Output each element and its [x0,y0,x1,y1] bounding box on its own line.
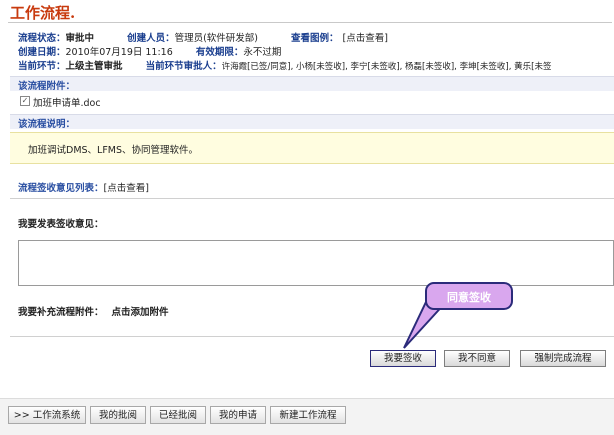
comment-textarea[interactable] [18,240,614,286]
opinions-row: 流程签收意见列表：[点击查看] [18,180,149,194]
approvers-value: 许海霞[已签/同意], 小杨[未签收], 李宁[未签收], 杨磊[未签收], 李… [221,62,552,72]
opinions-label: 流程签收意见列表： [18,183,104,194]
step-label: 当前环节： [18,61,66,72]
approvers-label: 当前环节审批人： [145,61,222,72]
attachments-header-text: 该流程附件： [18,81,76,92]
description-text: 加班调试DMS、LFMS、协同管理软件。 [28,145,199,156]
tab-reviewed[interactable]: 已经批阅 [150,406,206,424]
tab-my-application[interactable]: 我的申请 [210,406,266,424]
info-row-1: 流程状态：审批中 创建人员：管理员(软件研发部) 查看图例： [点击查看] [18,30,388,44]
valid-label: 有效期限： [195,47,244,58]
created-label: 创建日期： [18,47,66,58]
info-row-3: 当前环节：上级主管审批 当前环节审批人：许海霞[已签/同意], 小杨[未签收],… [18,58,551,72]
status-value: 审批中 [65,33,95,44]
diagram-label: 查看图例： [291,33,339,44]
page-title: 工作流程. [10,4,76,22]
force-complete-button[interactable]: 强制完成流程 [520,350,606,367]
diagram-link[interactable]: [点击查看] [343,33,388,44]
status-label: 流程状态： [18,33,66,44]
step-value: 上级主管审批 [65,61,123,72]
creator-value: 管理员(软件研发部) [174,33,258,44]
divider-2 [10,336,614,337]
agree-callout: 同意签收 [425,282,513,310]
description-box: 加班调试DMS、LFMS、协同管理软件。 [10,132,614,164]
opinions-link[interactable]: [点击查看] [104,183,149,194]
title-divider [8,22,612,23]
attachments-header: 该流程附件： [10,76,614,92]
sign-button[interactable]: 我要签收 [370,350,436,367]
disagree-button[interactable]: 我不同意 [444,350,510,367]
divider-1 [10,198,614,199]
valid-value: 永不过期 [243,47,282,58]
callout-text: 同意签收 [447,291,491,304]
description-header-text: 该流程说明： [18,119,76,130]
add-attachment-link[interactable]: 点击添加附件 [112,307,169,318]
comment-label: 我要发表签收意见： [18,219,104,230]
extra-label: 我要补充流程附件： [18,307,104,318]
tab-new-workflow[interactable]: 新建工作流程 [270,406,346,424]
file-checkbox-icon[interactable]: ✓ [20,96,30,106]
info-row-2: 创建日期：2010年07月19日 11:16 有效期限：永不过期 [18,44,281,58]
created-value: 2010年07月19日 11:16 [65,47,173,58]
creator-label: 创建人员： [127,33,175,44]
tab-my-review[interactable]: 我的批阅 [90,406,146,424]
description-header: 该流程说明： [10,114,614,130]
attachment-file-link[interactable]: 加班申请单.doc [33,95,101,109]
tab-workflow-system[interactable]: >> 工作流系统 [8,406,86,424]
extra-row: 我要补充流程附件： 点击添加附件 [18,304,169,318]
